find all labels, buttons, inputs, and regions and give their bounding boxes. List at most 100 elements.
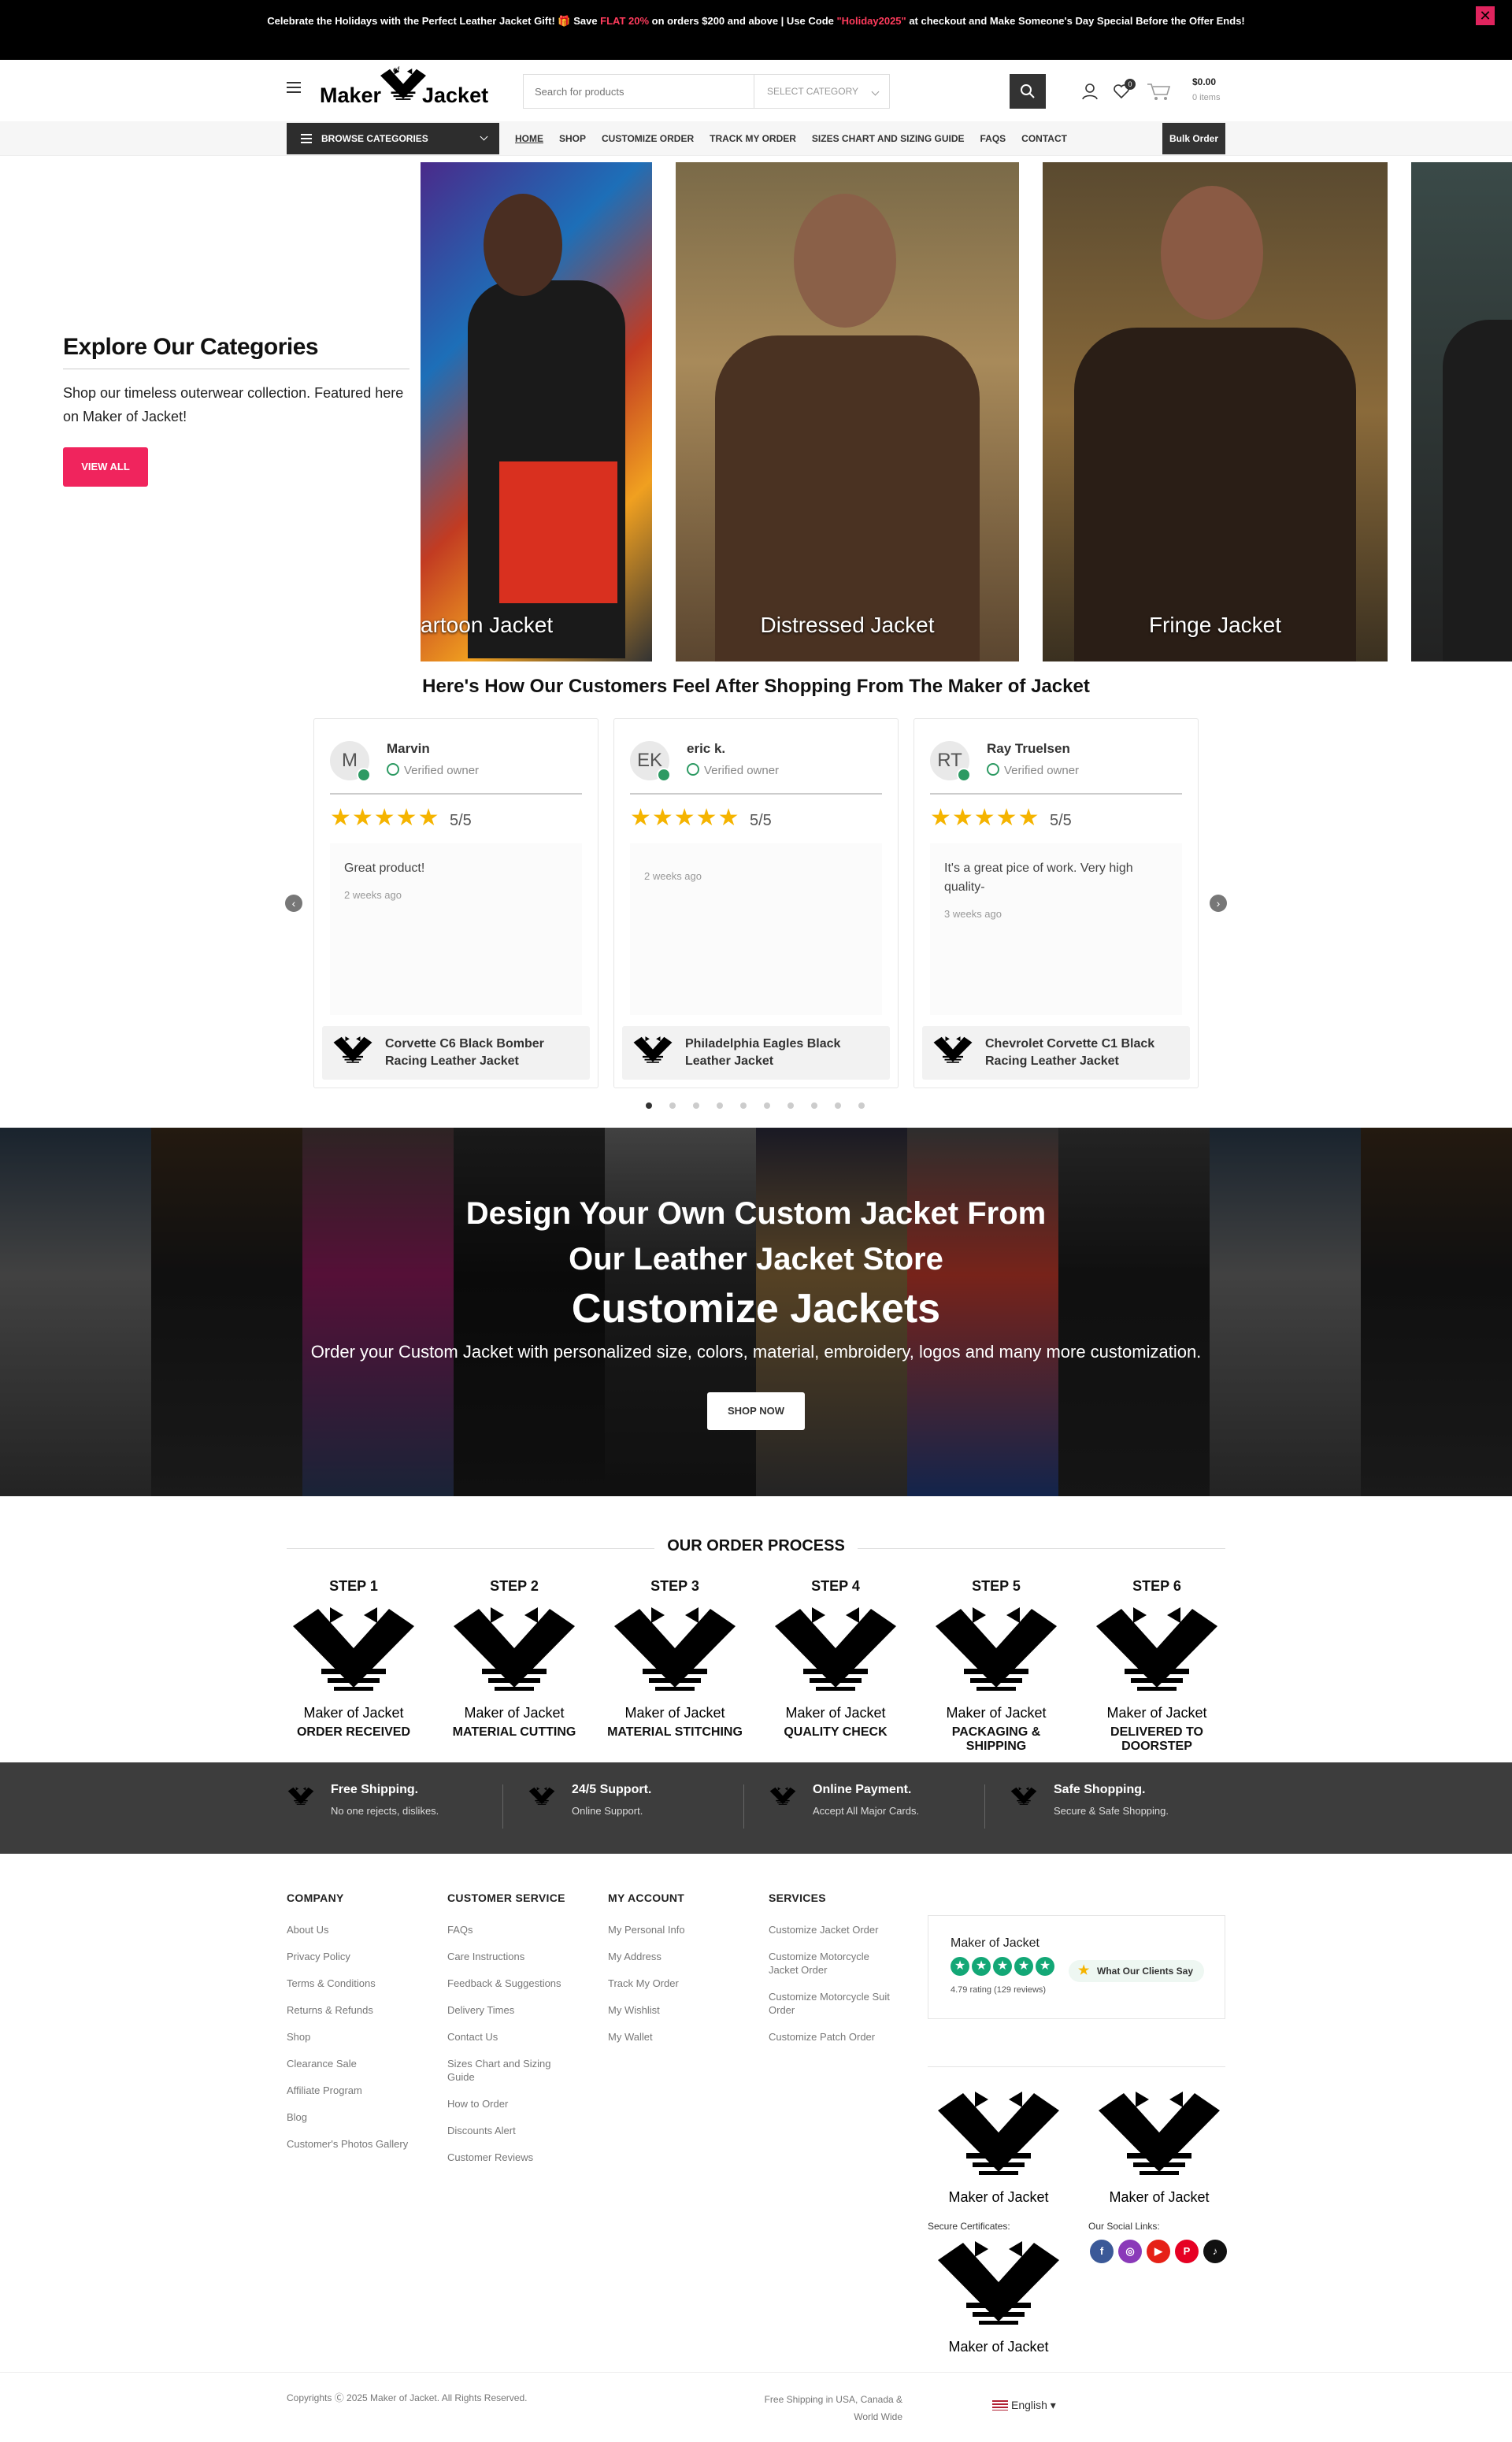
reviews-prev-button[interactable]: ‹ [285,895,302,912]
search-input[interactable] [524,75,754,108]
maker-of-jacket-logo-icon: Maker of Jacket [287,1603,421,1721]
avatar-initial: EK [636,750,662,771]
feature-desc: Online Support. [572,1805,643,1817]
logo-text-of: of [393,66,400,75]
pagination-dot[interactable] [669,1102,676,1109]
pagination-dot[interactable] [811,1102,817,1109]
cart-summary[interactable]: $0.00 0 items [1192,74,1220,106]
youtube-icon[interactable]: ▶ [1147,2240,1170,2263]
language-selector[interactable]: English ▾ [992,2399,1056,2412]
footer-link[interactable]: Customize Motorcycle Jacket Order [769,1950,895,1977]
pagination-dot[interactable] [717,1102,723,1109]
pagination-dot[interactable] [740,1102,747,1109]
category-card-partial[interactable] [1411,162,1512,661]
footer-link[interactable]: Privacy Policy [287,1950,436,1963]
nav-customize-order[interactable]: CUSTOMIZE ORDER [602,123,694,154]
nav-contact[interactable]: CONTACT [1021,123,1067,154]
review-text: It's a great pice of work. Very high qua… [944,862,1133,894]
hamburger-menu-icon[interactable] [287,82,301,93]
features-strip [0,1762,1512,1854]
bulk-order-button[interactable]: Bulk Order [1162,123,1225,154]
footer-link[interactable]: FAQs [447,1923,573,1936]
verified-owner-label: Verified owner [387,763,479,777]
rating-score: 5/5 [1050,812,1072,829]
search-button[interactable] [1010,74,1046,109]
footer-link[interactable]: Returns & Refunds [287,2003,436,2017]
cart-items-count: 0 items [1192,93,1221,102]
pagination-dot[interactable] [693,1102,699,1109]
footer-link[interactable]: My Wallet [608,2030,758,2044]
footer-link[interactable]: Shop [287,2030,436,2044]
footer-link[interactable]: Affiliate Program [287,2084,436,2097]
footer-link[interactable]: Blog [287,2110,436,2124]
footer-link[interactable]: Terms & Conditions [287,1977,436,1990]
review-product-link[interactable]: Corvette C6 Black Bomber Racing Leather … [322,1026,590,1080]
footer-link[interactable]: Care Instructions [447,1950,573,1963]
logo-caption: Maker of Jacket [624,1705,724,1721]
pinterest-icon[interactable]: P [1175,2240,1199,2263]
footer-link[interactable]: About Us [287,1923,436,1936]
announcement-text-before: Celebrate the Holidays with the Perfect … [267,15,601,27]
review-product-link[interactable]: Chevrolet Corvette C1 Black Racing Leath… [922,1026,1190,1080]
nav-faqs[interactable]: FAQS [980,123,1006,154]
feature-title: Safe Shopping. [1054,1783,1146,1796]
review-text: Great product! [344,862,425,875]
footer-link[interactable]: Feedback & Suggestions [447,1977,573,1990]
avatar: EK [630,741,671,782]
browse-categories-button[interactable]: BROWSE CATEGORIES [287,123,499,154]
footer-link[interactable]: Customize Jacket Order [769,1923,895,1936]
pagination-dot[interactable] [646,1102,652,1109]
feature-desc: Secure & Safe Shopping. [1054,1805,1169,1817]
footer-link[interactable]: Sizes Chart and Sizing Guide [447,2057,573,2084]
reviews-next-button[interactable]: › [1210,895,1227,912]
footer-link[interactable]: Track My Order [608,1977,758,1990]
secure-certificates-label: Secure Certificates: [928,2221,1010,2232]
tiktok-icon[interactable]: ♪ [1203,2240,1227,2263]
footer-link[interactable]: Customer Reviews [447,2151,573,2164]
category-select[interactable]: SELECT CATEGORY [754,75,889,108]
facebook-icon[interactable]: f [1090,2240,1114,2263]
nav-home[interactable]: HOME [515,123,543,154]
safe-shopping-logo-icon [1010,1784,1038,1813]
footer-link[interactable]: Customer's Photos Gallery [287,2137,436,2151]
footer-link[interactable]: My Wishlist [608,2003,758,2017]
footer-link[interactable]: Discounts Alert [447,2124,573,2137]
footer-link[interactable]: Delivery Times [447,2003,573,2017]
footer-link[interactable]: Customize Motorcycle Suit Order [769,1990,895,2017]
reviewer-name: Marvin [387,741,430,756]
footer-link[interactable]: Contact Us [447,2030,573,2044]
pagination-dot[interactable] [788,1102,794,1109]
footer-link[interactable]: My Personal Info [608,1923,758,1936]
category-card-fringe[interactable]: Fringe Jacket [1043,162,1388,661]
footer-link[interactable]: My Address [608,1950,758,1963]
footer-link[interactable]: How to Order [447,2097,573,2110]
social-links: f ◎ ▶ P ♪ [1090,2240,1227,2263]
view-all-button[interactable]: VIEW ALL [63,447,148,487]
category-card-cartoon[interactable]: artoon Jacket [421,162,652,661]
footer-link[interactable]: Customize Patch Order [769,2030,895,2044]
pagination-dot[interactable] [858,1102,865,1109]
process-step: STEP 1 Maker of Jacket ORDER RECEIVED [279,1578,428,1740]
shop-now-button[interactable]: SHOP NOW [707,1392,805,1430]
logo-caption: Maker of Jacket [1109,2189,1209,2205]
close-announcement-icon[interactable]: ✕ [1476,6,1495,25]
feature-desc: No one rejects, dislikes. [331,1805,439,1817]
category-card-distressed[interactable]: Distressed Jacket [676,162,1019,661]
trust-widget[interactable]: Maker of Jacket ★ ★ ★ ★ ★ 4.79 rating (129 r… [928,1915,1225,2019]
instagram-icon[interactable]: ◎ [1118,2240,1142,2263]
nav-track-order[interactable]: TRACK MY ORDER [710,123,796,154]
shipping-note: Free Shipping in USA, Canada & World Wid… [764,2394,902,2422]
review-date: 3 weeks ago [944,908,1002,920]
account-icon[interactable] [1080,82,1099,101]
what-clients-say-button[interactable]: What Our Clients Say [1069,1960,1205,1982]
footer-my-account: MY ACCOUNT My Personal Info My Address T… [608,1892,758,2057]
nav-shop[interactable]: SHOP [559,123,586,154]
pagination-dot[interactable] [835,1102,841,1109]
nav-size-chart[interactable]: SIZES CHART AND SIZING GUIDE [812,123,965,154]
footer-link[interactable]: Clearance Sale [287,2057,436,2070]
wishlist-button[interactable]: 0 [1112,79,1136,101]
pagination-dot[interactable] [764,1102,770,1109]
cart-button[interactable] [1147,82,1173,101]
review-product-link[interactable]: Philadelphia Eagles Black Leather Jacket [622,1026,890,1080]
site-logo[interactable]: Maker of Jacket [317,65,499,117]
